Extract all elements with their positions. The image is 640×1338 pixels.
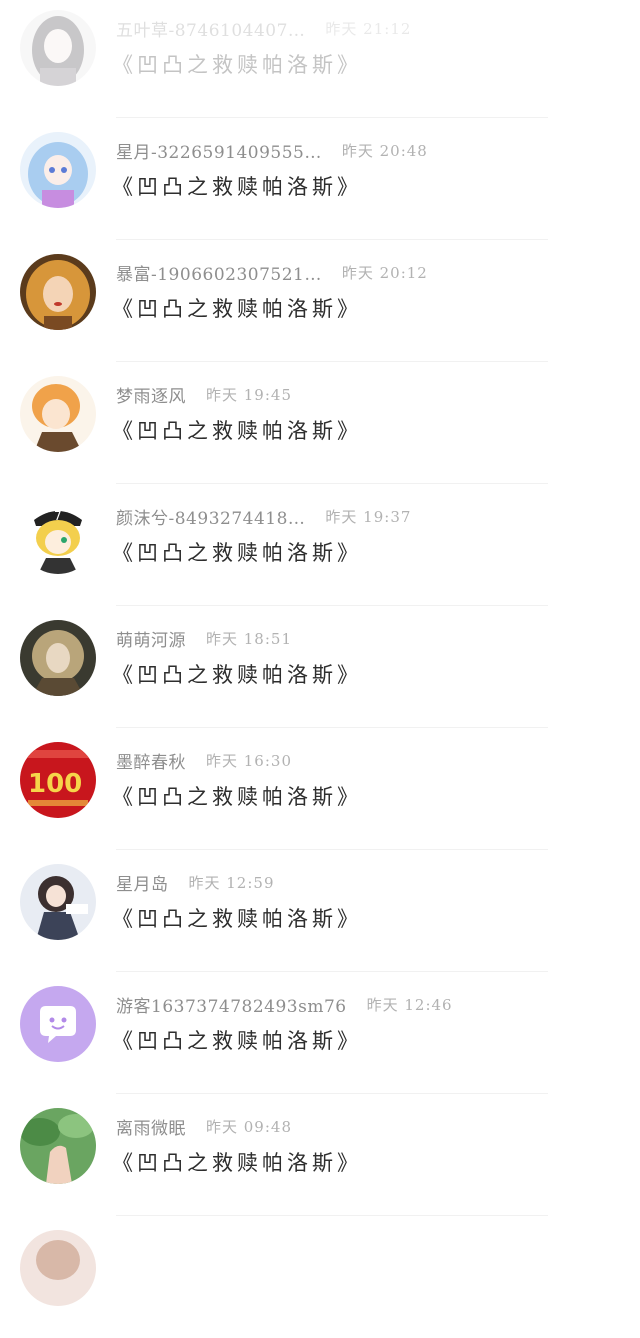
red-100-anniversary-avatar-icon[interactable]: 100 [20,742,96,818]
comment-time: 昨天 18:51 [206,629,292,648]
commenter-name[interactable]: 墨醉春秋 [116,748,186,773]
commenter-name[interactable]: 梦雨逐风 [116,382,186,407]
commenter-name[interactable]: 五叶草-8746104407… [116,16,305,41]
comment-item[interactable]: 7 颜沫兮-8493274418… 昨天 19:37 《凹凸之救赎帕洛斯》 [0,484,640,606]
anime-boy-orange-hair-avatar-icon[interactable] [20,376,96,452]
commenter-name[interactable]: 游客1637374782493sm76 [116,992,347,1017]
comment-time: 昨天 21:12 [325,19,412,38]
hand-green-leaves-avatar-icon[interactable] [20,1108,96,1184]
comment-time: 昨天 19:45 [206,385,292,404]
comment-list: 五叶草-8746104407… 昨天 21:12 《凹凸之救赎帕洛斯》 星月-3… [0,0,640,1338]
comment-time: 昨天 20:12 [341,263,428,282]
comment-item[interactable]: 星月-3226591409555… 昨天 20:48 《凹凸之救赎帕洛斯》 [0,118,640,240]
commenter-name[interactable]: 离雨微眠 [116,1114,186,1139]
comment-message: 《凹凸之救赎帕洛斯》 [112,175,362,199]
comment-item[interactable]: 五叶草-8746104407… 昨天 21:12 《凹凸之救赎帕洛斯》 [0,0,640,118]
comment-message: 《凹凸之救赎帕洛斯》 [112,53,362,77]
comment-item[interactable]: 游客1637374782493sm76 昨天 12:46 《凹凸之救赎帕洛斯》 [0,972,640,1094]
partial-avatar-icon[interactable] [20,1230,96,1306]
comment-message: 《凹凸之救赎帕洛斯》 [112,663,362,687]
comment-item[interactable]: 萌萌河源 昨天 18:51 《凹凸之救赎帕洛斯》 [0,606,640,728]
anime-girl-dark-hair-avatar-icon[interactable] [20,10,96,86]
commenter-name[interactable]: 颜沫兮-8493274418… [116,504,305,529]
comment-item[interactable]: 梦雨逐风 昨天 19:45 《凹凸之救赎帕洛斯》 [0,362,640,484]
comment-message: 《凹凸之救赎帕洛斯》 [112,1151,362,1175]
commenter-name[interactable]: 星月-3226591409555… [116,138,322,163]
comment-time: 昨天 20:48 [341,141,428,160]
comment-item[interactable]: 暴富-1906602307521… 昨天 20:12 《凹凸之救赎帕洛斯》 [0,240,640,362]
anime-girl-dark-outfit-avatar-icon[interactable] [20,864,96,940]
anime-girl-blue-hair-avatar-icon[interactable] [20,132,96,208]
comment-message: 《凹凸之救赎帕洛斯》 [112,297,362,321]
comment-message: 《凹凸之救赎帕洛斯》 [112,907,362,931]
comment-time: 昨天 12:46 [366,995,453,1014]
comment-message: 《凹凸之救赎帕洛斯》 [112,785,362,809]
comment-time: 昨天 12:59 [188,873,275,892]
comment-time: 昨天 16:30 [206,751,292,770]
svg-text:100: 100 [28,769,82,799]
comment-item[interactable]: 100 墨醉春秋 昨天 16:30 《凹凸之救赎帕洛斯》 [0,728,640,850]
comment-item[interactable]: 离雨微眠 昨天 09:48 《凹凸之救赎帕洛斯》 [0,1094,640,1216]
comment-message: 《凹凸之救赎帕洛斯》 [112,419,362,443]
anime-boy-hat-avatar-icon[interactable]: 7 [20,498,96,574]
painted-girl-curly-hair-avatar-icon[interactable] [20,620,96,696]
commenter-name[interactable]: 暴富-1906602307521… [116,260,322,285]
comment-message: 《凹凸之救赎帕洛斯》 [112,1029,362,1053]
comment-message: 《凹凸之救赎帕洛斯》 [112,541,362,565]
comment-item[interactable] [0,1216,640,1338]
comment-time: 昨天 19:37 [325,507,412,526]
comment-time: 昨天 09:48 [206,1117,292,1136]
comment-item[interactable]: 星月岛 昨天 12:59 《凹凸之救赎帕洛斯》 [0,850,640,972]
chat-bubble-avatar-icon[interactable] [20,986,96,1062]
girl-golden-hair-avatar-icon[interactable] [20,254,96,330]
commenter-name[interactable]: 萌萌河源 [116,626,186,651]
commenter-name[interactable]: 星月岛 [116,870,169,895]
